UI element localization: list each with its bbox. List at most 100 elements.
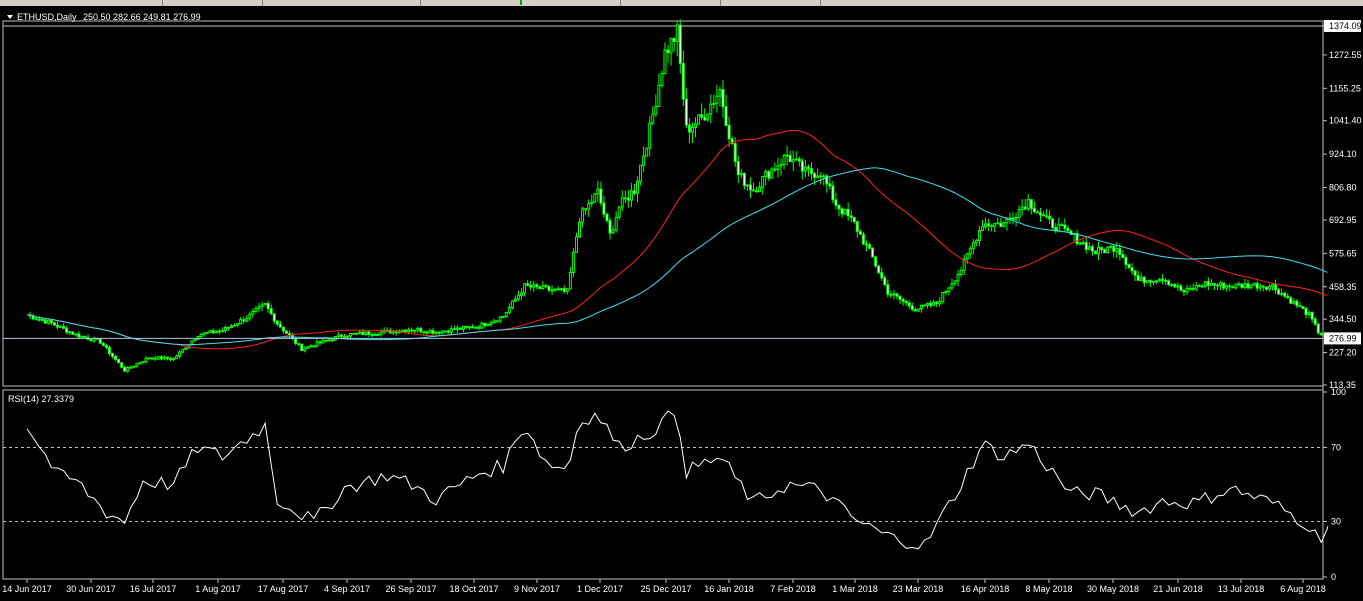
candle-body [107,346,111,355]
date-tick-label: 4 Sep 2017 [324,584,370,594]
candle-body [150,357,154,360]
candle-body [184,347,188,350]
candle-body [303,347,307,352]
candle-body [797,158,801,162]
candle-body [745,184,749,187]
candle-body [37,318,41,321]
candle-body [123,366,127,372]
candle-body [266,302,270,310]
candle-body [1164,279,1168,282]
candle-body [1142,276,1146,284]
candle-body [1237,283,1241,286]
candle-body [816,175,820,178]
candle-body [404,329,408,333]
candle-body [1014,216,1018,220]
candle-body [226,326,230,329]
candle-body [538,286,542,290]
candle-body [260,304,264,308]
candle-body [532,284,536,288]
candle-body [935,301,939,305]
symbol-title: ETHUSD,Daily [17,12,77,22]
candle-body [1060,224,1064,227]
price-tick-label: 806.80 [1329,183,1357,193]
candle-body [953,280,957,285]
candle-body [993,222,997,227]
candle-body [1203,281,1207,287]
candle-body [422,331,426,334]
candle-body [1222,282,1226,289]
candle-body [623,197,627,200]
candle-body [571,251,575,274]
candle-body [1066,227,1070,232]
candle-body [648,122,652,149]
candle-body [553,288,557,291]
candle-body [1148,280,1152,283]
candle-body [516,294,520,300]
candle-body [834,199,838,206]
candle-body [74,333,78,336]
candle-body [1249,284,1253,289]
candle-body [843,208,847,215]
date-tick-label: 7 Feb 2018 [770,584,816,594]
candle-body [1026,199,1030,210]
candle-body [971,242,975,250]
candle-body [300,343,304,352]
candle-body [941,291,945,303]
candle-body [1090,246,1094,252]
candle-body [342,336,346,339]
candle-body [541,285,545,290]
candle-body [831,185,835,201]
candle-body [587,203,591,210]
candle-body [791,158,795,163]
candle-body [959,269,963,276]
candle-body [877,265,881,274]
candle-body [782,154,786,165]
candle-body [788,154,792,163]
candle-body [257,306,261,310]
candle-body [1154,280,1158,283]
candle-body [245,318,249,322]
candle-body [761,176,765,188]
candle-body [1087,246,1091,250]
candle-body [785,154,789,157]
ohlc-values: 250.50 282.66 249.81 276.99 [83,12,201,22]
candle-body [581,208,585,223]
candle-body [1121,253,1125,259]
candle-body [632,190,636,194]
date-tick-label: 21 Jun 2018 [1153,584,1203,594]
price-tick-label: 458.35 [1329,282,1357,292]
candle-body [669,37,673,54]
candle-body [1267,285,1271,290]
candle-body [1234,283,1238,289]
candle-body [690,126,694,133]
candle-body [407,329,411,333]
candle-body [1228,285,1232,288]
candle-body [767,171,771,179]
date-tick-label: 16 Jan 2018 [704,584,754,594]
candle-body [367,331,371,335]
candle-body [608,220,612,234]
candle-body [59,325,63,328]
candle-body [1051,218,1055,229]
candle-body [1264,286,1268,290]
candle-body [1173,283,1177,288]
candle-body [1289,297,1293,304]
candle-body [327,339,331,342]
candle-body [141,361,145,364]
candle-body [639,164,643,182]
price-chart[interactable]: ETHUSD,Daily 250.50 282.66 249.81 276.99… [0,6,1363,601]
candle-body [230,325,234,328]
candle-body [165,356,169,360]
price-tick-label: 692.95 [1329,215,1357,225]
candle-body [336,334,340,338]
candle-body [806,166,810,170]
candle-body [1176,285,1180,288]
candle-body [419,327,423,333]
candle-body [642,155,646,166]
candle-body [501,315,505,318]
candle-body [520,292,524,296]
candle-body [1112,245,1116,252]
candle-body [651,113,655,124]
candle-body [339,334,343,338]
candle-body [126,367,130,372]
